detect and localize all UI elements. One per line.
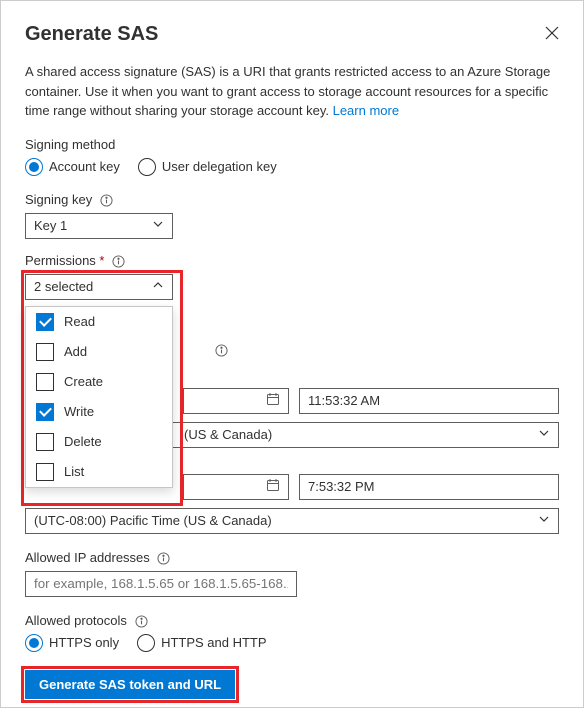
expiry-timezone-value: (UTC-08:00) Pacific Time (US & Canada)	[34, 513, 272, 528]
info-icon[interactable]	[157, 552, 170, 565]
description-body: A shared access signature (SAS) is a URI…	[25, 64, 550, 118]
expiry-timezone-select[interactable]: (UTC-08:00) Pacific Time (US & Canada)	[25, 508, 559, 534]
checkbox-icon	[36, 463, 54, 481]
expiry-time-value: 7:53:32 PM	[308, 479, 375, 494]
signing-key-select[interactable]: Key 1	[25, 213, 173, 239]
permission-label: Read	[64, 314, 95, 329]
calendar-icon	[266, 478, 280, 495]
info-icon[interactable]	[112, 255, 125, 268]
info-icon[interactable]	[135, 615, 148, 628]
radio-account-key-label: Account key	[49, 159, 120, 174]
expiry-time-input[interactable]: 7:53:32 PM	[299, 474, 559, 500]
chevron-down-icon	[538, 427, 550, 442]
permission-label: Delete	[64, 434, 102, 449]
permission-label: Add	[64, 344, 87, 359]
permission-label: Create	[64, 374, 103, 389]
permissions-label: Permissions *	[25, 253, 559, 268]
radio-user-delegation[interactable]: User delegation key	[138, 158, 277, 176]
allowed-ip-label: Allowed IP addresses	[25, 550, 559, 565]
description-text: A shared access signature (SAS) is a URI…	[25, 62, 559, 121]
chevron-up-icon	[152, 279, 164, 294]
calendar-icon	[266, 392, 280, 409]
start-timezone-value: (US & Canada)	[184, 427, 272, 442]
chevron-down-icon	[538, 513, 550, 528]
permission-label: Write	[64, 404, 94, 419]
permission-option-read[interactable]: Read	[26, 307, 172, 337]
radio-account-key[interactable]: Account key	[25, 158, 120, 176]
page-title: Generate SAS	[25, 23, 158, 46]
radio-https-and-http[interactable]: HTTPS and HTTP	[137, 634, 266, 652]
radio-https-only-label: HTTPS only	[49, 635, 119, 650]
checkbox-icon	[36, 403, 54, 421]
permission-label: List	[64, 464, 84, 479]
info-icon[interactable]	[215, 344, 228, 357]
allowed-protocols-label: Allowed protocols	[25, 613, 559, 628]
start-time-value: 11:53:32 AM	[308, 393, 380, 408]
radio-https-and-http-label: HTTPS and HTTP	[161, 635, 266, 650]
generate-sas-button[interactable]: Generate SAS token and URL	[25, 670, 235, 699]
allowed-ip-input[interactable]	[25, 571, 297, 597]
permission-option-create[interactable]: Create	[26, 367, 172, 397]
permission-option-list[interactable]: List	[26, 457, 172, 487]
start-date-input[interactable]	[183, 388, 289, 414]
start-time-input[interactable]: 11:53:32 AM	[299, 388, 559, 414]
checkbox-icon	[36, 373, 54, 391]
expiry-date-input[interactable]	[183, 474, 289, 500]
radio-user-delegation-label: User delegation key	[162, 159, 277, 174]
checkbox-icon	[36, 313, 54, 331]
permission-option-add[interactable]: Add	[26, 337, 172, 367]
permission-option-write[interactable]: Write	[26, 397, 172, 427]
close-icon[interactable]	[545, 26, 559, 44]
checkbox-icon	[36, 433, 54, 451]
learn-more-link[interactable]: Learn more	[333, 103, 399, 118]
permission-option-delete[interactable]: Delete	[26, 427, 172, 457]
permissions-select[interactable]: 2 selected	[25, 274, 173, 300]
info-icon[interactable]	[100, 194, 113, 207]
checkbox-icon	[36, 343, 54, 361]
radio-https-only[interactable]: HTTPS only	[25, 634, 119, 652]
signing-method-label: Signing method	[25, 137, 559, 152]
signing-key-label: Signing key	[25, 192, 559, 207]
permissions-dropdown[interactable]: Read Add Create Write Delete List	[25, 306, 173, 488]
chevron-down-icon	[152, 218, 164, 233]
signing-key-value: Key 1	[34, 218, 67, 233]
permissions-summary: 2 selected	[34, 279, 93, 294]
